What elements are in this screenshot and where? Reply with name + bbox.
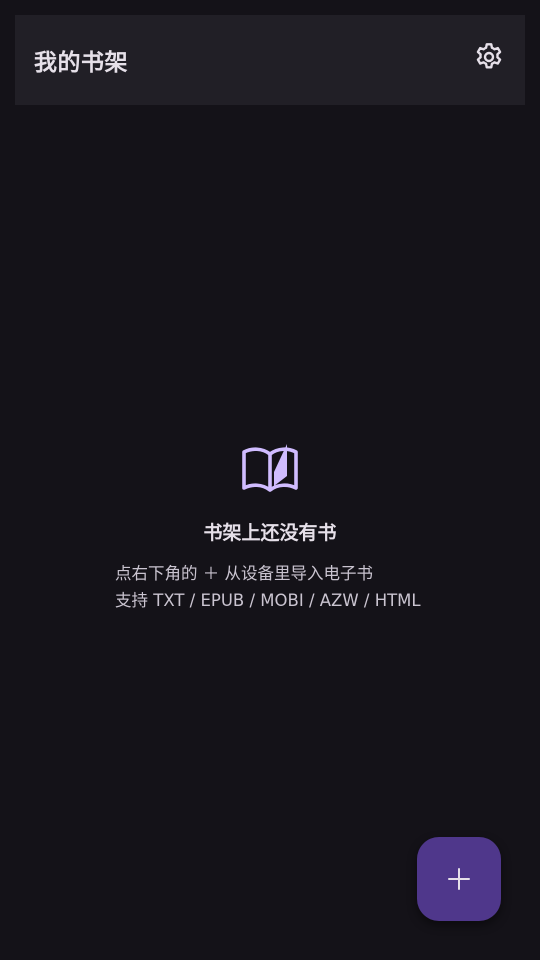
gear-icon — [476, 43, 502, 69]
hint-line-formats: 支持 TXT / EPUB / MOBI / AZW / HTML — [115, 591, 421, 610]
plus-icon — [448, 868, 470, 890]
settings-button[interactable] — [469, 37, 509, 77]
bookshelf-screen: 我的书架 书架上还没有书 点右下角的 ＋ 从设备里导入电子书 支持 TXT / … — [0, 0, 540, 960]
empty-state-title: 书架上还没有书 — [203, 522, 337, 544]
hint-line-import: 点右下角的 ＋ 从设备里导入电子书 — [115, 564, 373, 583]
top-app-bar: 我的书架 — [15, 15, 525, 105]
add-book-button[interactable] — [417, 837, 501, 921]
page-title: 我的书架 — [34, 50, 128, 76]
open-book-icon — [242, 444, 298, 492]
empty-state-hint: 点右下角的 ＋ 从设备里导入电子书 支持 TXT / EPUB / MOBI /… — [115, 560, 421, 614]
